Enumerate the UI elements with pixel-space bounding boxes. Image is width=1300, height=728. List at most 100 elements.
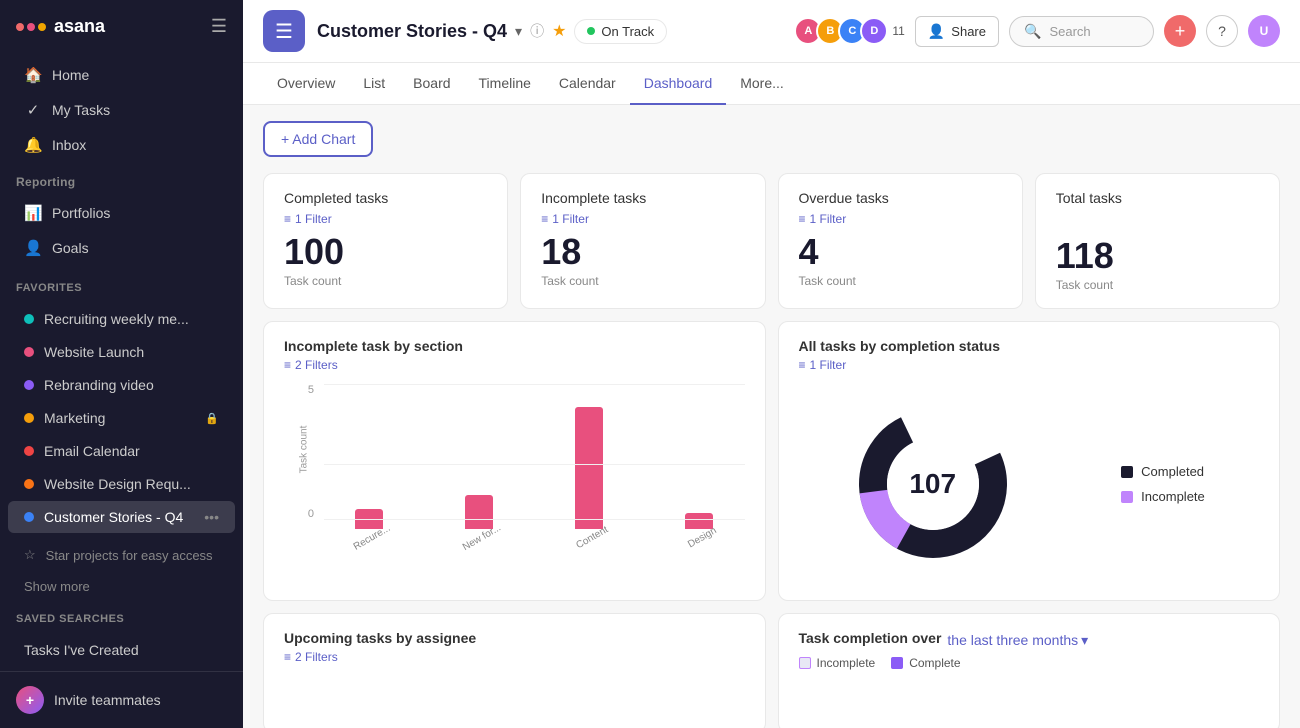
sidebar: asana ☰ 🏠 Home ✓ My Tasks 🔔 Inbox Report… — [0, 0, 243, 728]
sidebar-item-inbox[interactable]: 🔔 Inbox — [8, 128, 235, 162]
sidebar-item-portfolios[interactable]: 📊 Portfolios — [8, 196, 235, 230]
bar-2 — [575, 407, 603, 529]
stat-incomplete-title: Incomplete tasks — [541, 190, 744, 206]
bar-chart-card: Incomplete task by section ≡ 2 Filters 5… — [263, 321, 766, 601]
sidebar-item-website-design[interactable]: Website Design Requ... — [8, 468, 235, 500]
stat-total-number: 118 — [1056, 238, 1259, 274]
tasks-created-label: Tasks I've Created — [24, 642, 219, 658]
comp-incomplete-label: Incomplete — [817, 656, 876, 670]
bars-container: Recure... New for... Content — [324, 408, 745, 544]
tab-timeline[interactable]: Timeline — [465, 63, 545, 105]
upcoming-tasks-card: Upcoming tasks by assignee ≡ 2 Filters — [263, 613, 766, 728]
sidebar-item-customer-stories-label: Customer Stories - Q4 — [44, 509, 194, 525]
sidebar-item-home-label: Home — [52, 67, 219, 83]
plus-button[interactable]: + — [1164, 15, 1196, 47]
home-icon: 🏠 — [24, 66, 42, 84]
tab-calendar[interactable]: Calendar — [545, 63, 630, 105]
star-icon: ☆ — [24, 547, 36, 563]
saved-searches-nav: Tasks I've Created — [0, 629, 243, 671]
sidebar-item-marketing-label: Marketing — [44, 410, 195, 426]
legend-dot-completed — [1121, 466, 1133, 478]
info-icon[interactable]: ⓘ — [530, 21, 544, 41]
stat-overdue-filter[interactable]: ≡ 1 Filter — [799, 212, 1002, 226]
stats-row: Completed tasks ≡ 1 Filter 100 Task coun… — [263, 173, 1280, 309]
donut-chart-filter-label: 1 Filter — [810, 358, 847, 372]
project-title-area: Customer Stories - Q4 ▾ ⓘ ★ On Track — [317, 19, 782, 44]
tab-list[interactable]: List — [349, 63, 399, 105]
sidebar-item-email-calendar[interactable]: Email Calendar — [8, 435, 235, 467]
sidebar-item-website-launch[interactable]: Website Launch — [8, 336, 235, 368]
donut-chart-title: All tasks by completion status — [799, 338, 1260, 354]
legend-incomplete-label: Incomplete — [1141, 489, 1205, 504]
sidebar-item-portfolios-label: Portfolios — [52, 205, 219, 221]
sidebar-item-rebranding-label: Rebranding video — [44, 377, 219, 393]
menu-icon: ☰ — [275, 19, 293, 44]
asana-logo-text: asana — [54, 16, 105, 37]
sidebar-item-customer-stories[interactable]: Customer Stories - Q4 ••• — [8, 501, 235, 533]
bar-chart-filter[interactable]: ≡ 2 Filters — [284, 358, 745, 372]
invite-icon: + — [16, 686, 44, 714]
chevron-down-time-icon: ▾ — [1081, 632, 1088, 649]
saved-searches-label: Saved searches — [0, 601, 243, 629]
sidebar-item-marketing[interactable]: Marketing 🔒 — [8, 402, 235, 434]
stat-completed-number: 100 — [284, 234, 487, 270]
comp-incomplete-box — [799, 657, 811, 669]
share-button[interactable]: 👤 Share — [915, 16, 999, 47]
invite-teammates-label: Invite teammates — [54, 692, 161, 708]
sidebar-item-home[interactable]: 🏠 Home — [8, 58, 235, 92]
share-label: Share — [951, 24, 986, 39]
logo-dot-pink — [27, 23, 35, 31]
hamburger-icon[interactable]: ☰ — [211, 16, 227, 37]
topbar-right: A B C D 11 👤 Share 🔍 Search + ? U — [794, 15, 1280, 47]
legend-dot-incomplete — [1121, 491, 1133, 503]
upcoming-tasks-filter[interactable]: ≡ 2 Filters — [284, 650, 745, 664]
task-completion-title: Task completion over — [799, 630, 942, 646]
fav-dot-website-design — [24, 479, 34, 489]
show-more-btn[interactable]: Show more — [8, 573, 235, 600]
tab-more[interactable]: More... — [726, 63, 798, 105]
filter-icon-3: ≡ — [799, 212, 806, 226]
chevron-down-icon[interactable]: ▾ — [515, 23, 522, 40]
donut-chart-card: All tasks by completion status ≡ 1 Filte… — [778, 321, 1281, 601]
sidebar-item-mytasks[interactable]: ✓ My Tasks — [8, 93, 235, 127]
item-dots-icon[interactable]: ••• — [204, 509, 219, 525]
invite-teammates-item[interactable]: + Invite teammates — [0, 672, 243, 728]
help-button[interactable]: ? — [1206, 15, 1238, 47]
user-avatar[interactable]: U — [1248, 15, 1280, 47]
add-chart-button[interactable]: + Add Chart — [263, 121, 373, 157]
project-icon-button[interactable]: ☰ — [263, 10, 305, 52]
donut-chart-filter[interactable]: ≡ 1 Filter — [799, 358, 1260, 372]
favorites-section-label: Favorites — [0, 270, 243, 298]
topbar: ☰ Customer Stories - Q4 ▾ ⓘ ★ On Track A… — [243, 0, 1300, 63]
tab-dashboard[interactable]: Dashboard — [630, 63, 727, 105]
star-projects-item[interactable]: ☆ Star projects for easy access — [8, 539, 235, 571]
stat-overdue-label: Task count — [799, 274, 1002, 288]
sidebar-item-recruiting-label: Recruiting weekly me... — [44, 311, 219, 327]
filter-icon-2: ≡ — [541, 212, 548, 226]
check-icon: ✓ — [24, 101, 42, 119]
sidebar-item-rebranding[interactable]: Rebranding video — [8, 369, 235, 401]
sidebar-item-goals[interactable]: 👤 Goals — [8, 231, 235, 265]
charts-row: Incomplete task by section ≡ 2 Filters 5… — [263, 321, 1280, 601]
stat-completed-filter[interactable]: ≡ 1 Filter — [284, 212, 487, 226]
avatar-count: 11 — [892, 24, 904, 38]
stat-incomplete-label: Task count — [541, 274, 744, 288]
search-box[interactable]: 🔍 Search — [1009, 16, 1154, 47]
stat-card-total: Total tasks 118 Task count — [1035, 173, 1280, 309]
sidebar-item-email-calendar-label: Email Calendar — [44, 443, 219, 459]
filter-icon: ≡ — [284, 212, 291, 226]
star-favorite-icon[interactable]: ★ — [552, 21, 566, 41]
time-selector[interactable]: the last three months ▾ — [947, 632, 1088, 649]
stat-card-incomplete: Incomplete tasks ≡ 1 Filter 18 Task coun… — [520, 173, 765, 309]
stat-completed-title: Completed tasks — [284, 190, 487, 206]
filter-icon-upcoming: ≡ — [284, 650, 291, 664]
tab-overview[interactable]: Overview — [263, 63, 349, 105]
stat-incomplete-filter[interactable]: ≡ 1 Filter — [541, 212, 744, 226]
star-projects-label: Star projects for easy access — [46, 548, 213, 563]
donut-center-value: 107 — [909, 468, 956, 500]
tab-board[interactable]: Board — [399, 63, 464, 105]
sidebar-item-tasks-created[interactable]: Tasks I've Created — [8, 634, 235, 666]
fav-dot-rebranding — [24, 380, 34, 390]
avatar-4: D — [860, 17, 888, 45]
sidebar-item-recruiting[interactable]: Recruiting weekly me... — [8, 303, 235, 335]
